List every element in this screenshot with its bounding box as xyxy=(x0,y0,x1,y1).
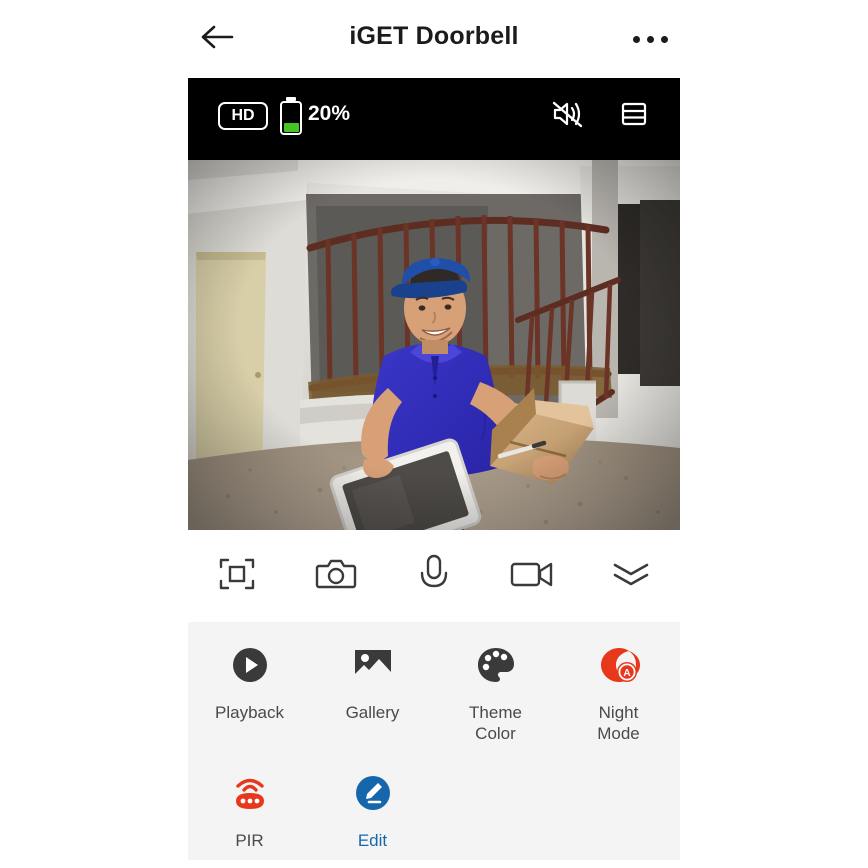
feature-label: Gallery xyxy=(345,703,400,722)
fullscreen-icon xyxy=(217,554,257,599)
feature-label: Night Mode xyxy=(597,702,640,744)
feature-gallery[interactable]: Gallery xyxy=(311,642,434,744)
feature-edit[interactable]: Edit xyxy=(311,770,434,851)
feature-label: Playback xyxy=(215,703,284,722)
feature-label: Theme Color xyxy=(469,702,522,744)
feature-label: PIR xyxy=(235,831,264,850)
more-horizontal-icon-dot xyxy=(660,35,668,43)
pir-sensor-icon xyxy=(227,770,273,816)
live-video-player[interactable]: HD 20% xyxy=(188,78,680,530)
fullscreen-button[interactable] xyxy=(205,544,269,608)
feature-label-line1: Night xyxy=(598,703,639,722)
edit-pencil-icon xyxy=(350,770,396,816)
expand-button[interactable] xyxy=(599,544,663,608)
video-camera-icon xyxy=(509,557,555,596)
talk-button[interactable] xyxy=(402,544,466,608)
palette-icon xyxy=(473,642,519,688)
play-circle-icon xyxy=(227,642,273,688)
more-horizontal-icon-dot xyxy=(646,35,654,43)
feature-playback[interactable]: Playback xyxy=(188,642,311,744)
feature-label-line1: Theme xyxy=(469,703,522,722)
svg-text:A: A xyxy=(623,668,630,679)
battery-icon xyxy=(280,97,302,135)
feature-label: Edit xyxy=(357,831,388,850)
speaker-muted-icon xyxy=(551,99,585,134)
more-options-button[interactable] xyxy=(624,20,676,58)
feature-label-line2: Mode xyxy=(597,724,640,743)
page-title: iGET Doorbell xyxy=(349,22,519,50)
feature-pir[interactable]: PIR xyxy=(188,770,311,851)
feature-theme-color[interactable]: Theme Color xyxy=(434,642,557,744)
split-view-icon xyxy=(619,99,649,134)
feature-panel: Playback Gallery Theme Color A Night Mod… xyxy=(188,622,680,860)
video-status-overlay: HD 20% xyxy=(188,78,680,160)
feature-empty-slot xyxy=(434,770,557,851)
snapshot-button[interactable] xyxy=(304,544,368,608)
app-header: iGET Doorbell xyxy=(0,0,868,78)
camera-icon xyxy=(315,555,357,598)
video-feed-image xyxy=(188,160,680,530)
microphone-icon xyxy=(418,553,450,600)
feature-row-1: Playback Gallery Theme Color A Night Mod… xyxy=(188,642,680,744)
battery-fill xyxy=(283,122,299,132)
mute-toggle-button[interactable] xyxy=(550,98,586,134)
double-chevron-down-icon xyxy=(609,558,653,595)
feature-row-2: PIR Edit xyxy=(188,770,680,851)
record-button[interactable] xyxy=(500,544,564,608)
image-icon xyxy=(350,642,396,688)
night-mode-icon: A xyxy=(596,642,642,688)
feature-label-line2: Color xyxy=(475,724,516,743)
video-overlay-actions xyxy=(550,98,652,134)
feature-night-mode[interactable]: A Night Mode xyxy=(557,642,680,744)
video-quality-badge[interactable]: HD xyxy=(218,102,268,130)
battery-percentage: 20% xyxy=(308,102,351,125)
more-horizontal-icon-dot xyxy=(632,35,640,43)
video-control-toolbar xyxy=(188,530,680,622)
app-screen: iGET Doorbell HD 20% Playback Gallery Th… xyxy=(0,0,868,868)
feature-empty-slot xyxy=(557,770,680,851)
split-view-button[interactable] xyxy=(616,98,652,134)
